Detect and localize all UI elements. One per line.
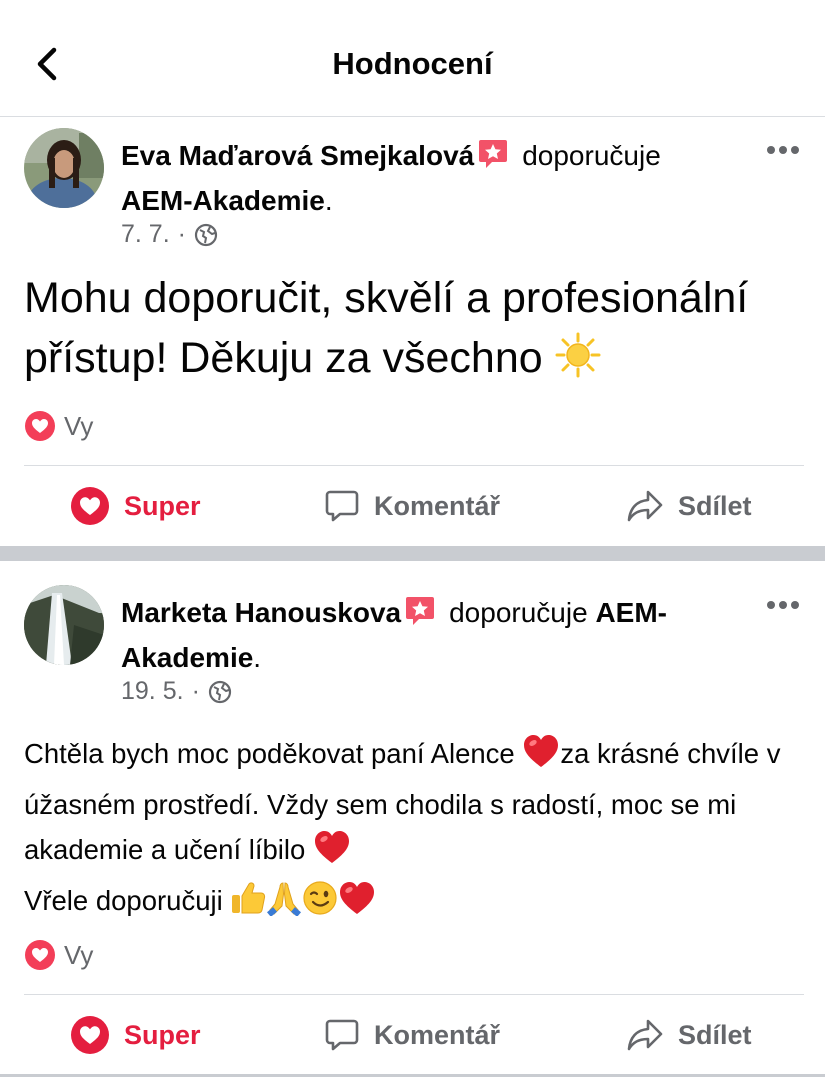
comment-button[interactable]: Komentář [324,995,500,1075]
recommendation-star-icon [478,138,508,181]
more-options-button[interactable] [765,595,805,615]
post-meta: 7. 7. · [121,220,218,249]
love-button[interactable]: Super [70,995,201,1075]
post-actions: Super Komentář Sdílet [0,995,825,1075]
author-name[interactable]: Eva Maďarová Smejkalová [121,140,474,171]
post-meta: 19. 5. · [121,677,232,706]
avatar[interactable] [24,585,104,665]
sun-emoji-icon [555,332,601,394]
globe-icon [194,223,218,246]
comment-icon [325,1019,359,1051]
post-actions: Super Komentář Sdílet [0,466,825,546]
page-name[interactable]: AEM-Akademie [121,185,325,216]
love-button[interactable]: Super [70,466,201,546]
share-arrow-icon [627,1019,663,1051]
comment-button[interactable]: Komentář [324,466,500,546]
love-reaction-icon [25,940,55,970]
post-date[interactable]: 19. 5. [121,677,184,706]
share-button[interactable]: Sdílet [626,995,752,1075]
heart-emoji-icon [313,829,351,878]
review-post: Marketa Hanouskova doporučuje AEM-Akademi… [0,561,825,1077]
comment-icon [325,490,359,522]
post-date[interactable]: 7. 7. [121,220,170,249]
recommendation-star-icon [405,595,435,638]
thumbs-up-emoji-icon [230,880,266,929]
page-title: Hodnocení [332,46,493,81]
share-button[interactable]: Sdílet [626,466,752,546]
more-options-button[interactable] [765,140,805,160]
reactions-summary[interactable]: Vy [24,939,93,971]
author-name[interactable]: Marketa Hanouskova [121,597,401,628]
heart-emoji-icon [522,733,560,782]
winking-face-emoji-icon [302,880,338,929]
recommends-text: doporučuje [449,597,588,628]
reactions-label: Vy [64,939,94,970]
post-text: Chtěla bych moc poděkovat paní Alence za… [24,731,804,929]
folded-hands-emoji-icon [266,880,302,929]
reactions-summary[interactable]: Vy [24,410,93,442]
post-text: Mohu doporučit, skvělí a profesionální p… [24,268,804,394]
post-header: Eva Maďarová Smejkalová doporučuje AEM-Ak… [121,138,661,216]
share-arrow-icon [627,490,663,522]
review-post: Eva Maďarová Smejkalová doporučuje AEM-Ak… [0,118,825,546]
heart-filled-icon [71,487,109,525]
love-reaction-icon [25,411,55,441]
heart-emoji-icon [338,880,376,929]
post-separator [0,546,825,561]
avatar[interactable] [24,128,104,208]
heart-filled-icon [71,1016,109,1054]
post-header: Marketa Hanouskova doporučuje AEM-Akademi… [121,595,667,673]
reactions-label: Vy [64,410,94,441]
more-dots-icon [767,146,799,154]
more-dots-icon [767,601,799,609]
recommends-text: doporučuje [522,140,661,171]
globe-icon [208,680,231,703]
top-bar: Hodnocení [0,0,825,117]
